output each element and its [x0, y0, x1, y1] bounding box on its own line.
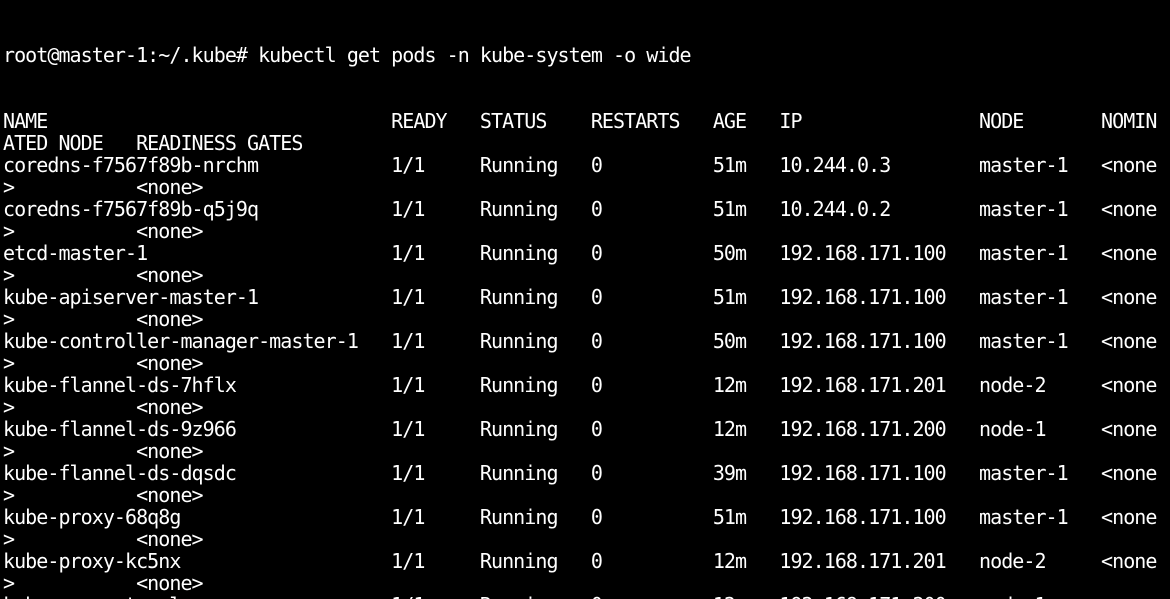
- output-line: kube-apiserver-master-1 1/1 Running 0 51…: [3, 285, 1157, 309]
- output-line: > <none>: [3, 351, 204, 375]
- typed-command: kubectl get pods -n kube-system -o wide: [258, 43, 692, 67]
- output-line: kube-proxy-trnwl 1/1 Running 0 12m 192.1…: [3, 594, 1170, 599]
- output-line: > <none>: [3, 395, 204, 419]
- output-line: > <none>: [3, 263, 204, 287]
- output-line: > <none>: [3, 307, 204, 331]
- output-line: > <none>: [3, 527, 204, 551]
- output-line: kube-flannel-ds-dqsdc 1/1 Running 0 39m …: [3, 461, 1157, 485]
- output-line: kube-controller-manager-master-1 1/1 Run…: [3, 329, 1157, 353]
- output-line: > <none>: [3, 439, 204, 463]
- output-line: > <none>: [3, 219, 204, 243]
- output-line: etcd-master-1 1/1 Running 0 50m 192.168.…: [3, 241, 1157, 265]
- output-line: kube-proxy-68q8g 1/1 Running 0 51m 192.1…: [3, 505, 1157, 529]
- output-line: > <none>: [3, 175, 204, 199]
- output-line: kube-proxy-kc5nx 1/1 Running 0 12m 192.1…: [3, 549, 1157, 573]
- output-line: ATED NODE READINESS GATES: [3, 131, 303, 155]
- output-line: kube-flannel-ds-9z966 1/1 Running 0 12m …: [3, 417, 1157, 441]
- output-line: coredns-f7567f89b-nrchm 1/1 Running 0 51…: [3, 153, 1157, 177]
- output-lines: NAME READY STATUS RESTARTS AGE IP NODE N…: [3, 110, 1170, 599]
- output-line: > <none>: [3, 483, 204, 507]
- output-line: NAME READY STATUS RESTARTS AGE IP NODE N…: [3, 109, 1157, 133]
- shell-prompt: root@master-1:~/.kube#: [3, 43, 248, 67]
- output-line: > <none>: [3, 571, 204, 595]
- output-line: kube-flannel-ds-7hflx 1/1 Running 0 12m …: [3, 373, 1157, 397]
- command-line: root@master-1:~/.kube# kubectl get pods -…: [3, 44, 1170, 66]
- terminal-window[interactable]: root@master-1:~/.kube# kubectl get pods -…: [0, 0, 1170, 599]
- output-line: coredns-f7567f89b-q5j9q 1/1 Running 0 51…: [3, 197, 1157, 221]
